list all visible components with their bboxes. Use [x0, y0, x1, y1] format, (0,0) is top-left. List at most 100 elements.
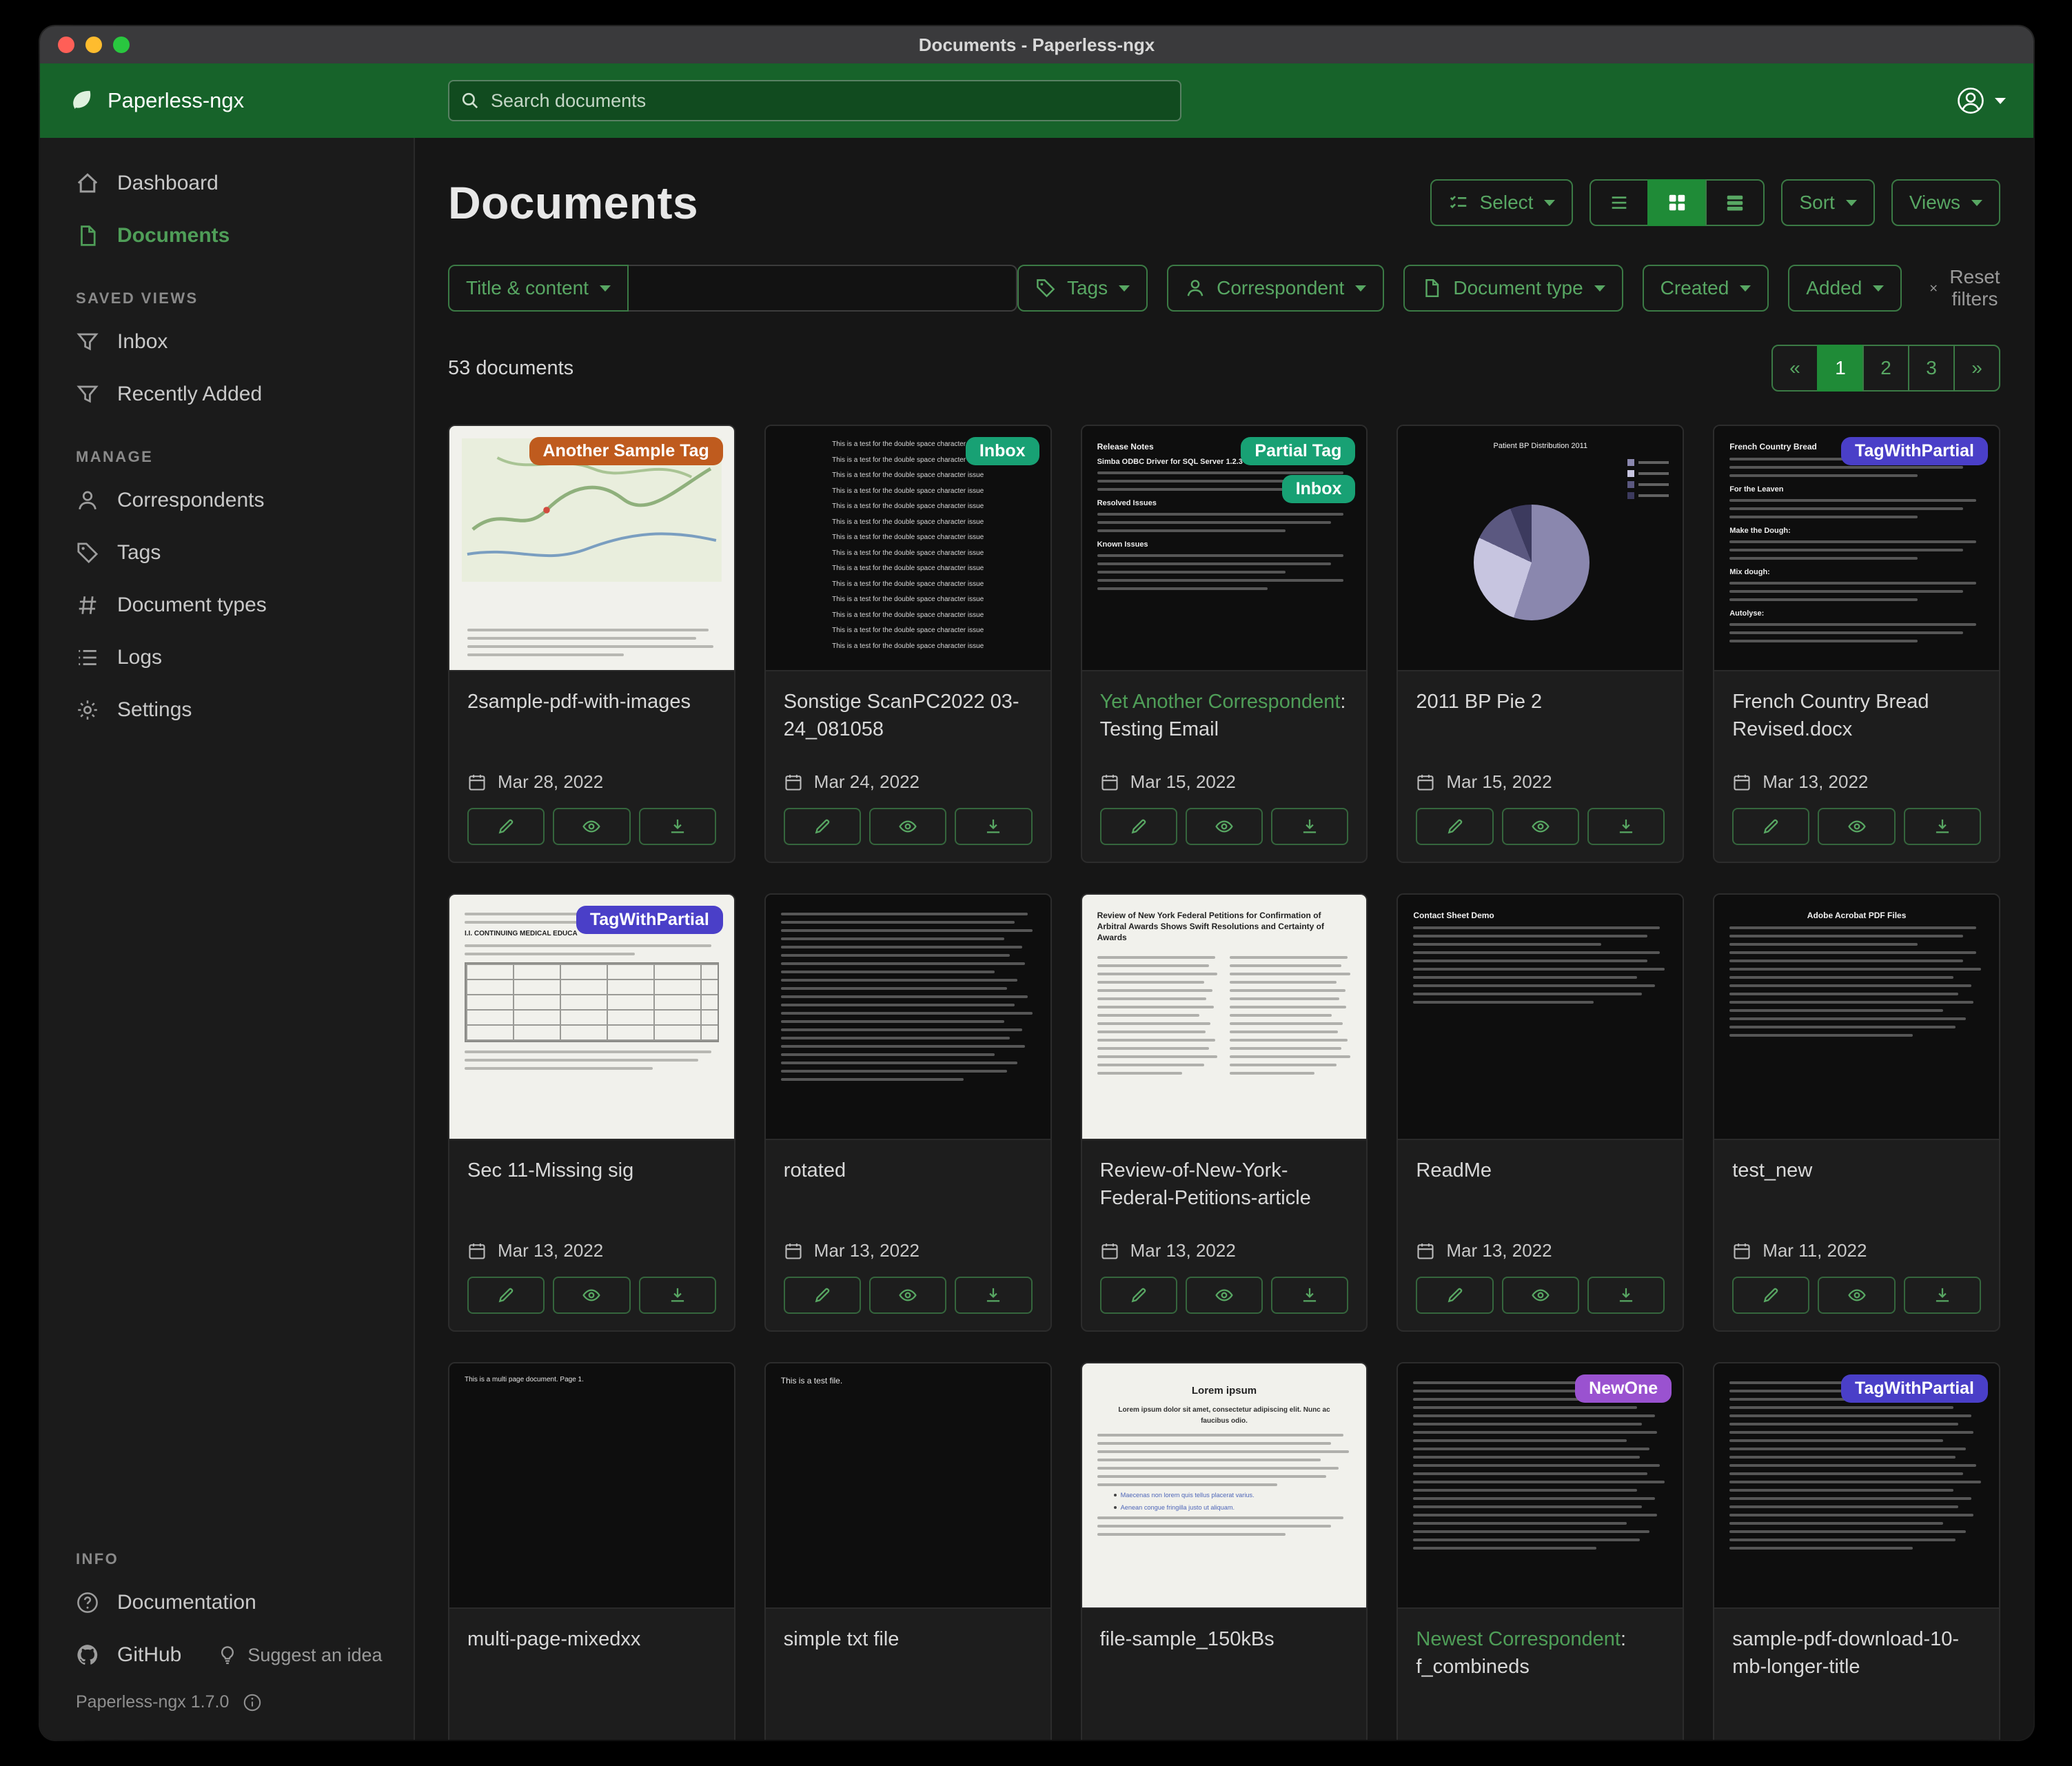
search-input[interactable] [448, 80, 1181, 121]
tag-badge[interactable]: Inbox [966, 437, 1039, 465]
download-document-button[interactable] [1904, 808, 1981, 845]
tag-badge[interactable]: NewOne [1575, 1374, 1672, 1403]
download-document-button[interactable] [639, 1277, 716, 1314]
tags-filter-button[interactable]: Tags [1017, 265, 1148, 312]
correspondent-filter-button[interactable]: Correspondent [1167, 265, 1384, 312]
edit-document-button[interactable] [467, 808, 545, 845]
view-document-button[interactable] [1502, 1277, 1579, 1314]
sidebar-item-logs[interactable]: Logs [40, 631, 414, 684]
views-button[interactable]: Views [1891, 179, 2000, 226]
edit-document-button[interactable] [1416, 808, 1493, 845]
filter-query-input[interactable] [629, 265, 1017, 312]
view-document-button[interactable] [869, 1277, 946, 1314]
pagination-next-button[interactable]: » [1953, 345, 2000, 392]
info-circle-icon[interactable] [243, 1693, 262, 1712]
edit-document-button[interactable] [784, 808, 861, 845]
document-card[interactable]: This is a test for the double space char… [764, 425, 1052, 863]
download-document-button[interactable] [639, 808, 716, 845]
document-thumbnail[interactable] [766, 895, 1050, 1140]
document-title[interactable]: 2sample-pdf-with-images [467, 688, 716, 715]
view-document-button[interactable] [1502, 808, 1579, 845]
document-title[interactable]: test_new [1732, 1157, 1981, 1184]
added-filter-button[interactable]: Added [1788, 265, 1902, 312]
document-correspondent[interactable]: Yet Another Correspondent [1100, 691, 1341, 713]
grid-view-button[interactable] [1647, 179, 1707, 226]
document-type-filter-button[interactable]: Document type [1403, 265, 1623, 312]
view-document-button[interactable] [1818, 1277, 1895, 1314]
document-card[interactable]: Adobe Acrobat PDF Filestest_newMar 11, 2… [1713, 893, 2000, 1332]
pagination-page-2-button[interactable]: 2 [1862, 345, 1909, 392]
user-menu[interactable] [1956, 86, 2006, 115]
download-document-button[interactable] [1271, 808, 1348, 845]
document-title[interactable]: simple txt file [784, 1625, 1033, 1653]
document-title[interactable]: Sonstige ScanPC2022 03-24_081058 [784, 688, 1033, 743]
tag-badge[interactable]: TagWithPartial [1841, 437, 1988, 465]
sidebar-item-github[interactable]: GitHub [40, 1629, 217, 1681]
document-card[interactable]: Patient BP Distribution 2011 2011 BP Pie … [1396, 425, 1684, 863]
document-card[interactable]: French Country BreadFor the LeavenMake t… [1713, 425, 2000, 863]
document-thumbnail[interactable]: TagWithPartial [1714, 1363, 1999, 1609]
document-card[interactable]: NewOne Newest Correspondent: f_combineds [1396, 1362, 1684, 1740]
document-thumbnail[interactable]: This is a multi page document. Page 1. [449, 1363, 734, 1609]
document-card[interactable]: Contact Sheet DemoReadMeMar 13, 2022 [1396, 893, 1684, 1332]
sidebar-item-tags[interactable]: Tags [40, 527, 414, 579]
tag-badge[interactable]: Partial Tag [1241, 437, 1355, 465]
edit-document-button[interactable] [1416, 1277, 1493, 1314]
edit-document-button[interactable] [1732, 1277, 1809, 1314]
edit-document-button[interactable] [784, 1277, 861, 1314]
view-document-button[interactable] [1186, 1277, 1263, 1314]
document-title[interactable]: sample-pdf-download-10-mb-longer-title [1732, 1625, 1981, 1681]
document-thumbnail[interactable]: French Country BreadFor the LeavenMake t… [1714, 426, 1999, 671]
sidebar-item-correspondents[interactable]: Correspondents [40, 474, 414, 527]
pagination-page-1-button[interactable]: 1 [1817, 345, 1864, 392]
document-thumbnail[interactable]: Lorem ipsumLorem ipsum dolor sit amet, c… [1082, 1363, 1367, 1609]
sidebar-item-dashboard[interactable]: Dashboard [40, 157, 414, 210]
tag-badge[interactable]: TagWithPartial [1841, 1374, 1988, 1403]
document-card[interactable]: Lorem ipsumLorem ipsum dolor sit amet, c… [1081, 1362, 1368, 1740]
document-card[interactable]: rotatedMar 13, 2022 [764, 893, 1052, 1332]
edit-document-button[interactable] [1100, 808, 1177, 845]
document-card[interactable]: This is a test file.simple txt file [764, 1362, 1052, 1740]
sort-button[interactable]: Sort [1781, 179, 1874, 226]
download-document-button[interactable] [1587, 808, 1665, 845]
document-title[interactable]: Sec 11-Missing sig [467, 1157, 716, 1184]
document-thumbnail[interactable]: Review of New York Federal Petitions for… [1082, 895, 1367, 1140]
edit-document-button[interactable] [467, 1277, 545, 1314]
document-thumbnail[interactable]: Adobe Acrobat PDF Files [1714, 895, 1999, 1140]
document-correspondent[interactable]: Newest Correspondent [1416, 1628, 1621, 1650]
document-title[interactable]: multi-page-mixedxx [467, 1625, 716, 1653]
sidebar-item-document-types[interactable]: Document types [40, 579, 414, 631]
document-title[interactable]: Newest Correspondent: f_combineds [1416, 1625, 1665, 1681]
document-title[interactable]: French Country Bread Revised.docx [1732, 688, 1981, 743]
sidebar-item-documentation[interactable]: Documentation [40, 1576, 414, 1629]
tag-badge[interactable]: Another Sample Tag [529, 437, 723, 465]
view-document-button[interactable] [553, 808, 630, 845]
edit-document-button[interactable] [1100, 1277, 1177, 1314]
sidebar-item-settings[interactable]: Settings [40, 684, 414, 736]
document-card[interactable]: This is a multi page document. Page 1. mu… [448, 1362, 735, 1740]
document-card[interactable]: Another Sample Tag 2sample-pdf-with-image… [448, 425, 735, 863]
document-card[interactable]: I.I. CONTINUING MEDICAL EDUCATagWithPart… [448, 893, 735, 1332]
app-brand[interactable]: Paperless-ngx [68, 87, 415, 114]
tag-badge[interactable]: Inbox [1282, 475, 1356, 503]
sidebar-item-recently-added[interactable]: Recently Added [40, 368, 414, 420]
pagination-prev-button[interactable]: « [1771, 345, 1818, 392]
pagination-page-3-button[interactable]: 3 [1908, 345, 1955, 392]
created-filter-button[interactable]: Created [1643, 265, 1769, 312]
document-thumbnail[interactable]: NewOne [1398, 1363, 1683, 1609]
download-document-button[interactable] [1904, 1277, 1981, 1314]
download-document-button[interactable] [955, 808, 1032, 845]
view-document-button[interactable] [869, 808, 946, 845]
document-title[interactable]: 2011 BP Pie 2 [1416, 688, 1665, 715]
document-thumbnail[interactable]: Patient BP Distribution 2011 [1398, 426, 1683, 671]
download-document-button[interactable] [955, 1277, 1032, 1314]
view-document-button[interactable] [1186, 808, 1263, 845]
document-thumbnail[interactable]: Contact Sheet Demo [1398, 895, 1683, 1140]
reset-filters-button[interactable]: Reset filters [1921, 265, 2011, 312]
sidebar-item-documents[interactable]: Documents [40, 210, 414, 262]
document-thumbnail[interactable]: Release NotesSimba ODBC Driver for SQL S… [1082, 426, 1367, 671]
suggest-idea-link[interactable]: Suggest an idea [217, 1645, 382, 1666]
document-title[interactable]: ReadMe [1416, 1157, 1665, 1184]
list-view-button[interactable] [1589, 179, 1649, 226]
minimize-window-button[interactable] [85, 37, 102, 53]
